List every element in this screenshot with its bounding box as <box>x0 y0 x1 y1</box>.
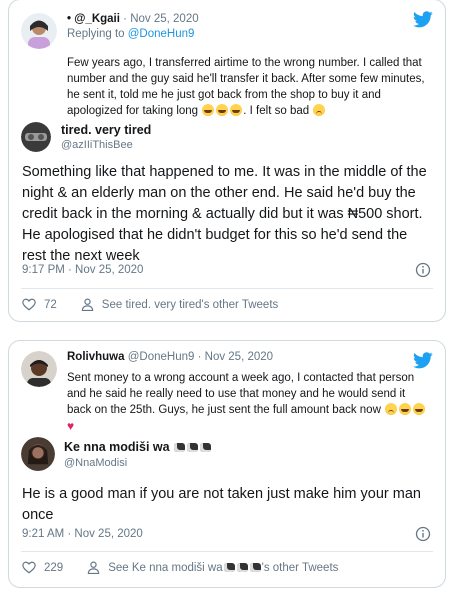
reply-date[interactable]: Nov 25, 2020 <box>205 351 273 363</box>
replying-to-handle[interactable]: @DoneHun9 <box>128 28 195 40</box>
reply-text: Sent money to a wrong account a week ago… <box>67 370 429 434</box>
main-tweet-text: Something like that happened to me. It w… <box>22 164 427 264</box>
see-other-tweets-link[interactable]: See tired. very tired's other Tweets <box>102 299 278 311</box>
reply-author-handle[interactable]: @DoneHun9 <box>128 351 195 363</box>
crying-face-icon <box>216 104 229 116</box>
see-other-prefix: See Ke nna modiši wa <box>108 561 223 574</box>
reply-text: Few years ago, I transferred airtime to … <box>67 55 429 119</box>
heart-icon[interactable] <box>22 298 36 311</box>
twitter-logo-icon[interactable] <box>413 352 433 369</box>
avatar[interactable] <box>21 437 55 471</box>
quoted-author-name[interactable]: tired. very tired <box>61 123 151 137</box>
info-icon[interactable] <box>415 526 431 542</box>
quoted-author-handle[interactable]: @NnaModisi <box>64 457 212 469</box>
reply-date[interactable]: Nov 25, 2020 <box>130 13 198 25</box>
quoted-author[interactable]: tired. very tired @azIIiThisBee <box>21 122 151 152</box>
see-other-tweets-link[interactable]: See Ke nna modiši wa 's other Tweets <box>108 562 338 574</box>
divider <box>21 551 433 552</box>
like-count[interactable]: 229 <box>44 562 63 574</box>
reply-text-body: Sent money to a wrong account a week ago… <box>67 372 415 416</box>
tweet-timestamp[interactable]: 9:17 PM · Nov 25, 2020 <box>22 264 143 276</box>
reply-meta: Rolivhuwa @DoneHun9 · Nov 25, 2020 <box>67 351 273 363</box>
avatar[interactable] <box>21 351 57 387</box>
separator: · <box>197 351 202 363</box>
replying-to-label: Replying to <box>67 28 128 40</box>
quoted-author-handle[interactable]: @azIIiThisBee <box>61 139 151 151</box>
cow-face-icon <box>174 442 186 452</box>
cow-face-icon <box>249 562 261 572</box>
quoted-author-name-text: Ke nna modiši wa <box>64 439 170 454</box>
cow-face-icon <box>223 562 235 572</box>
reply-author-name[interactable]: • @_Kgaii <box>67 13 120 25</box>
sad-face-icon <box>313 104 326 116</box>
tweet-actions: 229 See Ke nna modiši wa 's other Tweets <box>22 561 338 574</box>
person-icon <box>87 561 100 574</box>
cow-face-icon <box>236 562 248 572</box>
avatar[interactable] <box>21 122 51 152</box>
reply-meta: • @_Kgaii · Nov 25, 2020 <box>67 13 199 25</box>
tweet-actions: 72 See tired. very tired's other Tweets <box>22 298 278 311</box>
smiling-face-icon <box>385 403 398 415</box>
tweet-timestamp[interactable]: 9:21 AM · Nov 25, 2020 <box>22 528 143 540</box>
reply-text-tail: . I felt so bad <box>243 105 310 117</box>
avatar[interactable] <box>21 13 57 49</box>
twitter-logo-icon[interactable] <box>413 11 433 28</box>
see-other-suffix: 's other Tweets <box>261 561 339 574</box>
replying-to: Replying to @DoneHun9 <box>67 28 199 40</box>
separator: · <box>123 13 127 25</box>
crying-face-icon <box>202 104 215 116</box>
person-icon <box>81 298 94 311</box>
tweet-card[interactable]: • @_Kgaii · Nov 25, 2020 Replying to @Do… <box>8 0 446 322</box>
like-count[interactable]: 72 <box>44 299 57 311</box>
info-icon[interactable] <box>415 262 431 278</box>
cow-face-icon <box>200 442 212 452</box>
tweet-card[interactable]: Rolivhuwa @DoneHun9 · Nov 25, 2020 Sent … <box>8 340 446 588</box>
reply-author-name[interactable]: Rolivhuwa <box>67 351 125 363</box>
crying-face-icon <box>413 403 426 415</box>
heart-icon[interactable] <box>22 561 36 574</box>
quoted-author-name[interactable]: Ke nna modiši wa <box>64 440 212 454</box>
main-tweet-text: He is a good man if you are not taken ju… <box>22 486 421 523</box>
crying-face-icon <box>399 403 412 415</box>
red-heart-icon: ♥ <box>67 419 75 433</box>
quoted-author[interactable]: Ke nna modiši wa @NnaModisi <box>21 437 212 471</box>
crying-face-icon <box>230 104 243 116</box>
divider <box>21 288 433 289</box>
cow-face-icon <box>187 442 199 452</box>
